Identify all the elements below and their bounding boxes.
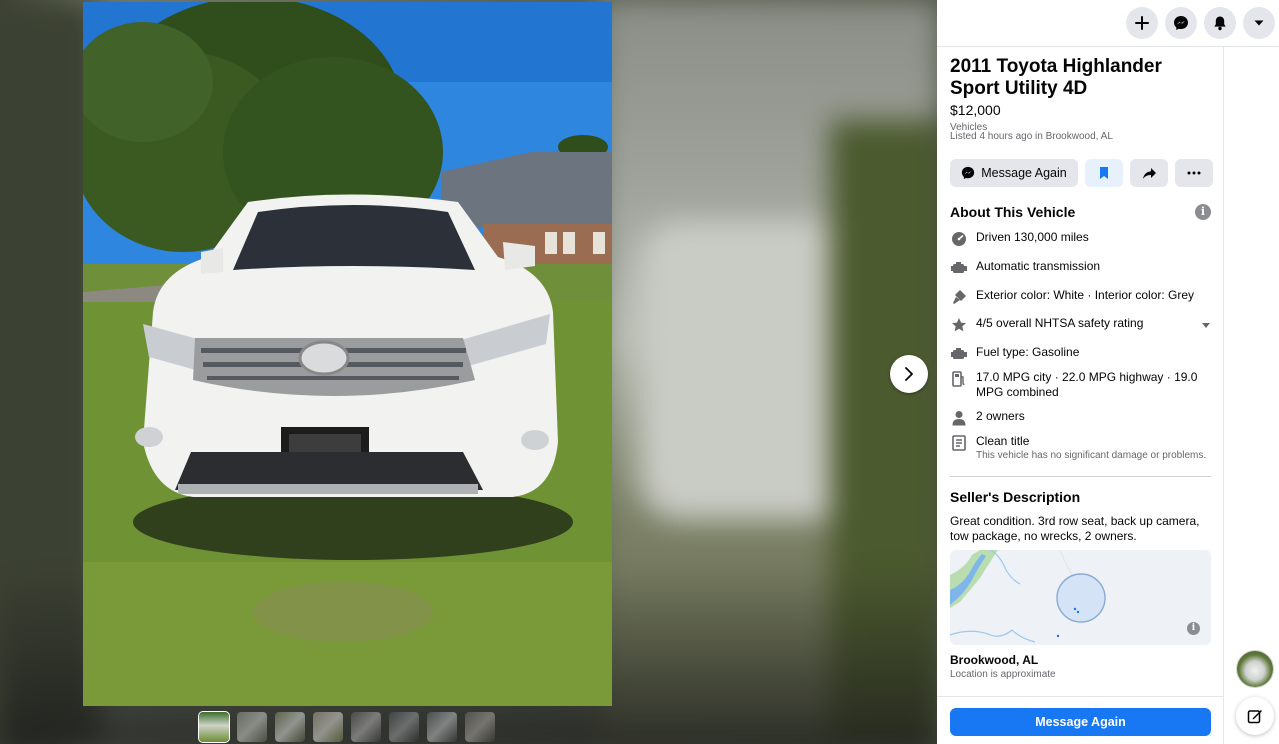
- photo-thumbnail[interactable]: [237, 712, 267, 742]
- title-document-icon: [950, 434, 968, 452]
- listing-details: 2011 Toyota Highlander Sport Utility 4D …: [937, 47, 1224, 744]
- photo-thumbnail[interactable]: [351, 712, 381, 742]
- share-button[interactable]: [1130, 159, 1168, 187]
- feature-text: Driven 130,000 miles: [976, 230, 1089, 244]
- about-vehicle-heading: About This Vehicle: [950, 204, 1076, 220]
- seller-description-text: Great condition. 3rd row seat, back up c…: [950, 514, 1200, 543]
- caret-down-icon: [1254, 20, 1264, 26]
- more-options-button[interactable]: [1175, 159, 1213, 187]
- create-button[interactable]: [1126, 7, 1158, 39]
- person-icon: [950, 409, 968, 427]
- feature-fuel-type: Fuel type: Gasoline: [950, 345, 1212, 363]
- feature-text: Exterior color: White · Interior color: …: [976, 288, 1195, 302]
- photo-thumbnail[interactable]: [198, 711, 230, 743]
- feature-mileage: Driven 130,000 miles: [950, 230, 1212, 248]
- next-photo-button[interactable]: [890, 355, 928, 393]
- photo-thumbnail[interactable]: [427, 712, 457, 742]
- more-dots-icon: [1187, 171, 1201, 175]
- star-icon: [950, 316, 968, 334]
- transmission-icon: [950, 259, 968, 277]
- messenger-icon: [962, 166, 975, 180]
- map-info-icon[interactable]: i: [1187, 622, 1200, 635]
- odometer-icon: [950, 230, 968, 248]
- message-again-label: Message Again: [981, 166, 1067, 180]
- plus-icon: [1135, 16, 1149, 30]
- feature-mpg: 17.0 MPG city · 22.0 MPG highway · 19.0 …: [950, 370, 1212, 400]
- photo-thumbnail[interactable]: [313, 712, 343, 742]
- location-name: Brookwood, AL: [950, 653, 1039, 667]
- feature-text: 2 owners: [976, 409, 1025, 423]
- paint-icon: [950, 288, 968, 306]
- message-again-button[interactable]: Message Again: [950, 159, 1078, 187]
- photo-thumbnail-strip: [198, 711, 495, 743]
- feature-owners: 2 owners: [950, 409, 1212, 427]
- bell-icon: [1214, 16, 1226, 31]
- engine-icon: [950, 345, 968, 363]
- messenger-button[interactable]: [1165, 7, 1197, 39]
- feature-safety-rating[interactable]: 4/5 overall NHTSA safety rating: [950, 316, 1212, 334]
- fuel-pump-icon: [950, 370, 968, 388]
- feature-text: Clean title: [976, 434, 1030, 448]
- listing-actions: Message Again: [950, 159, 1213, 187]
- main-vehicle-photo[interactable]: [83, 2, 612, 706]
- listing-panel: 2011 Toyota Highlander Sport Utility 4D …: [937, 0, 1279, 744]
- location-map[interactable]: i: [950, 550, 1211, 645]
- top-navigation-bar: [937, 0, 1279, 47]
- feature-colors: Exterior color: White · Interior color: …: [950, 288, 1212, 306]
- location-approximate-note: Location is approximate: [950, 669, 1056, 680]
- photo-thumbnail[interactable]: [389, 712, 419, 742]
- compose-icon: [1247, 710, 1262, 724]
- listing-time-location: Listed 4 hours ago in Brookwood, AL: [950, 131, 1113, 142]
- section-divider: [950, 476, 1211, 477]
- listing-price: $12,000: [950, 102, 1001, 118]
- feature-transmission: Automatic transmission: [950, 259, 1212, 277]
- chat-head-avatar[interactable]: [1236, 650, 1274, 688]
- photo-thumbnail[interactable]: [465, 712, 495, 742]
- share-arrow-icon: [1142, 167, 1156, 179]
- messenger-icon: [1174, 16, 1188, 30]
- feature-text: 17.0 MPG city · 22.0 MPG highway · 19.0 …: [976, 370, 1198, 399]
- save-button[interactable]: [1085, 159, 1123, 187]
- photo-thumbnail[interactable]: [275, 712, 305, 742]
- message-again-primary-button[interactable]: Message Again: [950, 708, 1211, 736]
- footer-divider: [937, 696, 1224, 697]
- notifications-button[interactable]: [1204, 7, 1236, 39]
- seller-description-heading: Seller's Description: [950, 489, 1081, 505]
- feature-text: Automatic transmission: [976, 259, 1101, 273]
- photo-viewer: [0, 0, 937, 744]
- listing-title: 2011 Toyota Highlander Sport Utility 4D: [950, 56, 1162, 99]
- feature-subtext: This vehicle has no significant damage o…: [976, 450, 1207, 461]
- feature-text: 4/5 overall NHTSA safety rating: [976, 316, 1144, 330]
- info-icon[interactable]: i: [1195, 204, 1211, 220]
- bookmark-icon: [1100, 167, 1108, 179]
- account-menu-button[interactable]: [1243, 7, 1275, 39]
- new-message-button[interactable]: [1236, 697, 1274, 735]
- expand-safety-caret-icon[interactable]: [1202, 323, 1210, 328]
- feature-text: Fuel type: Gasoline: [976, 345, 1080, 359]
- chevron-right-icon: [905, 367, 913, 381]
- feature-title-status: Clean title This vehicle has no signific…: [950, 434, 1212, 462]
